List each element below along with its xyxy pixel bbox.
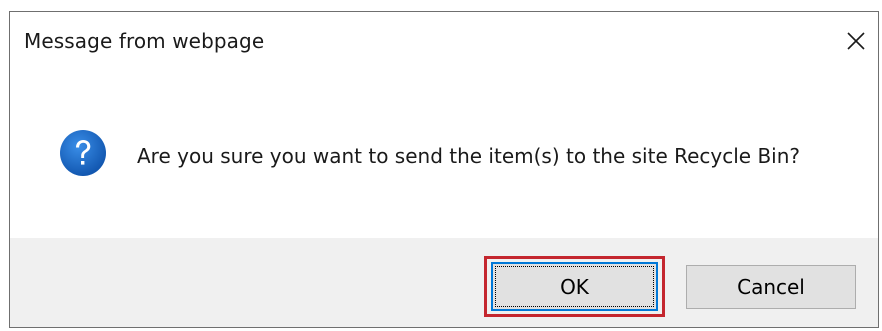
close-icon <box>847 32 865 50</box>
message-dialog: Message from webpage Are you sure you wa… <box>9 11 879 328</box>
dialog-body: Are you sure you want to send the item(s… <box>10 72 878 238</box>
dialog-title: Message from webpage <box>24 29 265 53</box>
dialog-footer: OK Cancel <box>10 238 878 327</box>
cancel-button[interactable]: Cancel <box>686 265 856 309</box>
ok-button[interactable]: OK <box>491 262 658 311</box>
question-icon <box>60 130 106 176</box>
title-bar: Message from webpage <box>10 12 878 72</box>
close-button[interactable] <box>836 21 876 61</box>
dialog-message: Are you sure you want to send the item(s… <box>137 144 801 168</box>
